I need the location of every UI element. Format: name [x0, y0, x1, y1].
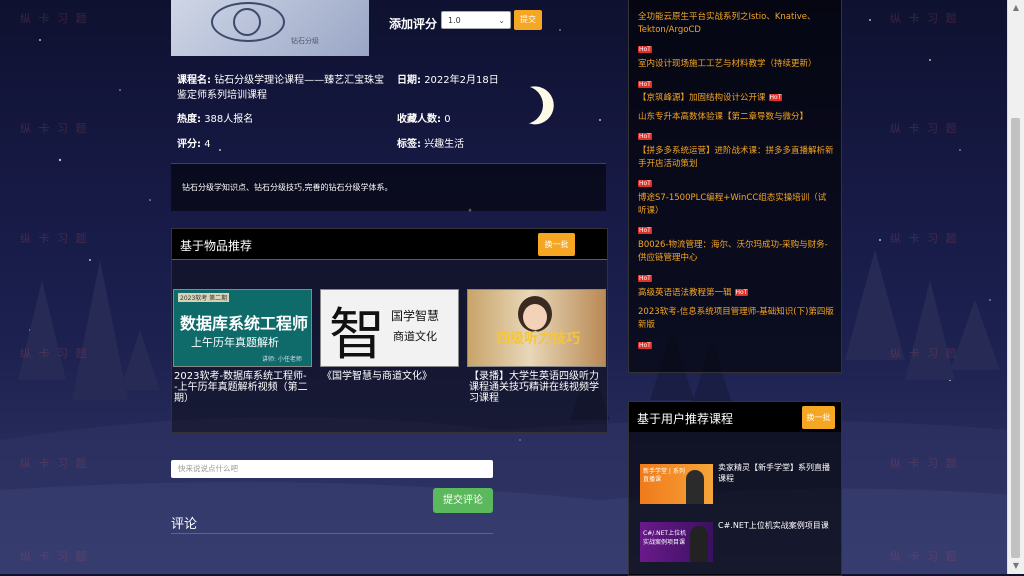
scroll-thumb[interactable] [1011, 118, 1020, 558]
comment-input[interactable]: 快来说说点什么吧 [171, 460, 493, 478]
course-card-title[interactable]: 卖家精灵【新手学堂】系列直播课程 [718, 462, 836, 484]
watermark: 纵 卡 习 题 [20, 457, 89, 470]
hot-course-link[interactable]: 高级英语语法教程第一辑 HoT [638, 287, 834, 300]
hot-course-link[interactable]: 【京筑峰源】加固结构设计公开课 HoT [638, 92, 834, 105]
user-recommend-title: 基于用户推荐课程 [637, 412, 734, 426]
watermark: 纵 卡 习 题 [890, 347, 959, 360]
course-date: 日期: 2022年2月18日 [397, 75, 499, 86]
hot-course-link[interactable]: 山东专升本高数体验课【第二章导数与微分】 [638, 111, 834, 124]
hot-badge: HoT [638, 133, 652, 140]
page-scrollbar[interactable]: ▲ ▼ [1007, 0, 1024, 574]
course-card-title[interactable]: 2023软考-数据库系统工程师--上午历年真题解析视频（第二期） [174, 371, 309, 404]
watermark: 纵 卡 习 题 [890, 457, 959, 470]
watermark: 纵 卡 习 题 [890, 12, 959, 25]
course-name: 课程名: 钻石分级学理论课程——臻艺汇宝珠宝鉴定师系列培训课程 [177, 75, 385, 101]
user-recommend-header: 基于用户推荐课程 换一批 [629, 402, 841, 432]
rating-select[interactable]: 1.0 ⌄ [441, 11, 511, 29]
scroll-down-icon[interactable]: ▼ [1008, 558, 1024, 574]
watermark: 纵 卡 习 题 [20, 122, 89, 135]
watermark: 纵 卡 习 题 [890, 232, 959, 245]
hot-badge: HoT [638, 342, 652, 349]
hot-course-link[interactable]: B0026-物流管理：海尔、沃尔玛成功-采购与财务-供应链管理中心 [638, 239, 834, 265]
watermark: 纵 卡 习 题 [20, 347, 89, 360]
course-description: 钻石分级学知识点、钻石分级技巧,完善的钻石分级学体系。 [171, 163, 606, 211]
course-card-image[interactable]: 四级听力技巧 [467, 289, 606, 367]
hot-course-link[interactable]: 博途S7-1500PLC编程+WinCC组态实操培训（试听课） [638, 192, 834, 218]
course-card-image[interactable]: 新手学堂 | 系列直播课 [640, 464, 713, 504]
watermark: 纵 卡 习 题 [20, 232, 89, 245]
watermark: 纵 卡 习 题 [20, 550, 89, 563]
watermark: 纵 卡 习 题 [20, 12, 89, 25]
course-card-image[interactable]: 2023软考 第二期 数据库系统工程师 上午历年真题解析 讲师: 小任老师 [173, 289, 312, 367]
rate-submit-button[interactable]: 提交 [514, 10, 542, 30]
hot-badge: HoT [638, 227, 652, 234]
course-card-image[interactable]: 智 国学智慧 商道文化 [320, 289, 459, 367]
hot-badge: HoT [638, 275, 652, 282]
rate-label: 添加评分 [389, 17, 438, 31]
hot-course-link[interactable]: 2023软考-信息系统项目管理师-基础知识(下)第四版新版 [638, 306, 834, 332]
hot-badge: HoT [734, 289, 749, 296]
divider [171, 533, 493, 534]
hot-course-link[interactable]: 室内设计现场施工工艺与材料教学（持续更新） [638, 58, 834, 71]
rating-value: 1.0 [448, 16, 461, 25]
course-score: 评分: 4 [177, 139, 211, 150]
comment-title: 评论 [171, 517, 198, 532]
hot-course-link[interactable]: 【拼多多系统运营】进阶战术课：拼多多直播解析新手开店活动策划 [638, 145, 834, 171]
user-recommend-panel: 基于用户推荐课程 换一批 新手学堂 | 系列直播课 卖家精灵【新手学堂】系列直播… [628, 401, 842, 576]
item-recommend-title: 基于物品推荐 [180, 239, 253, 253]
watermark: 纵 卡 习 题 [890, 122, 959, 135]
user-refresh-button[interactable]: 换一批 [802, 406, 835, 429]
course-heat: 热度: 388人报名 [177, 114, 254, 125]
item-refresh-button[interactable]: 换一批 [538, 233, 575, 256]
course-card-title[interactable]: 【录播】大学生英语四级听力课程通关技巧精讲在线视频学习课程 [469, 371, 604, 404]
hot-badge: HoT [638, 46, 652, 53]
hot-courses-panel: 全功能云原生平台实战系列之Istio、Knative、Tekton/ArgoCD… [628, 0, 842, 373]
item-recommend-panel: 基于物品推荐 换一批 2023软考 第二期 数据库系统工程师 上午历年真题解析 … [171, 228, 608, 433]
hot-badge: HoT [638, 81, 652, 88]
watermark: 纵 卡 习 题 [890, 550, 959, 563]
course-favorites: 收藏人数: 0 [397, 114, 451, 125]
hot-course-link[interactable]: 全功能云原生平台实战系列之Istio、Knative、Tekton/ArgoCD [638, 11, 834, 37]
item-recommend-header: 基于物品推荐 换一批 [172, 229, 607, 260]
course-tag: 标签: 兴趣生活 [397, 139, 465, 150]
scroll-up-icon[interactable]: ▲ [1008, 0, 1024, 16]
course-image: 钻石分级 [171, 0, 369, 56]
submit-comment-button[interactable]: 提交评论 [433, 488, 493, 513]
course-card-title[interactable]: 《国学智慧与商道文化》 [322, 371, 457, 382]
course-card-title[interactable]: C#.NET上位机实战案例项目课 [718, 520, 836, 531]
hot-badge: HoT [638, 180, 652, 187]
hot-badge: HoT [768, 94, 783, 101]
chevron-down-icon: ⌄ [498, 16, 505, 25]
course-card-image[interactable]: C#/.NET上位机 实战案例项目课 [640, 522, 713, 562]
